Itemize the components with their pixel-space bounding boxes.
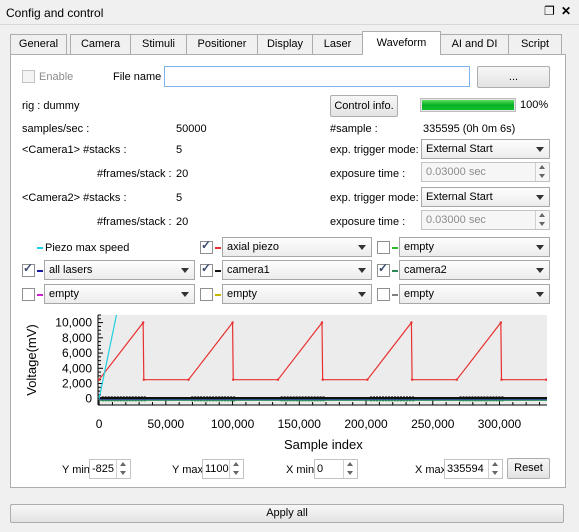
data-point bbox=[141, 321, 145, 324]
data-point bbox=[98, 378, 101, 381]
data-point bbox=[142, 378, 146, 381]
data-point bbox=[231, 321, 234, 324]
data-point bbox=[500, 378, 503, 381]
y-tick-label: 4,000 bbox=[62, 361, 92, 375]
ymin-field[interactable]: -825 bbox=[89, 459, 131, 479]
x-tick-label: 50,000 bbox=[147, 417, 184, 431]
data-point bbox=[366, 378, 369, 381]
y-tick-label: 8,000 bbox=[62, 331, 92, 345]
xmin-field[interactable]: 0 bbox=[314, 459, 358, 479]
x-tick-label: 200,000 bbox=[344, 417, 388, 431]
waveform-chart[interactable]: 10,0008,0006,0004,0002,00000 50,000 100,00… bbox=[0, 0, 579, 532]
xmin-label: X min bbox=[286, 464, 315, 476]
ymax-field[interactable]: 11000 bbox=[202, 459, 244, 479]
data-point bbox=[410, 321, 413, 324]
data-point bbox=[455, 378, 458, 381]
x-tick-label: 0 bbox=[96, 417, 103, 431]
ymin-label: Y min bbox=[62, 464, 90, 476]
apply-all-button[interactable]: Apply all bbox=[10, 504, 564, 523]
x-tick-label: 100,000 bbox=[211, 417, 255, 431]
y-tick-label: 2,000 bbox=[62, 376, 92, 390]
y-axis-label: Voltage(mV) bbox=[24, 324, 39, 396]
x-tick-label: 150,000 bbox=[278, 417, 322, 431]
data-point bbox=[276, 378, 280, 381]
ymax-label: Y max bbox=[172, 464, 203, 476]
tab-waveform[interactable]: Waveform bbox=[362, 31, 441, 55]
data-point bbox=[499, 321, 503, 324]
data-point bbox=[232, 378, 235, 381]
data-point bbox=[545, 378, 547, 381]
data-point bbox=[187, 378, 190, 381]
y-tick-label: 6,000 bbox=[62, 346, 92, 360]
reset-button[interactable]: Reset bbox=[507, 458, 550, 479]
data-point bbox=[410, 378, 414, 381]
data-point bbox=[321, 378, 324, 381]
x-tick-label: 300,000 bbox=[478, 417, 522, 431]
xmax-field[interactable]: 335594 bbox=[444, 459, 503, 479]
x-axis-label: Sample index bbox=[284, 437, 363, 452]
y-tick-label: 0 bbox=[85, 392, 92, 406]
y-tick-label: 10,000 bbox=[55, 316, 92, 330]
data-point bbox=[320, 321, 324, 324]
x-tick-label: 250,000 bbox=[411, 417, 455, 431]
xmax-label: X max bbox=[415, 464, 447, 476]
